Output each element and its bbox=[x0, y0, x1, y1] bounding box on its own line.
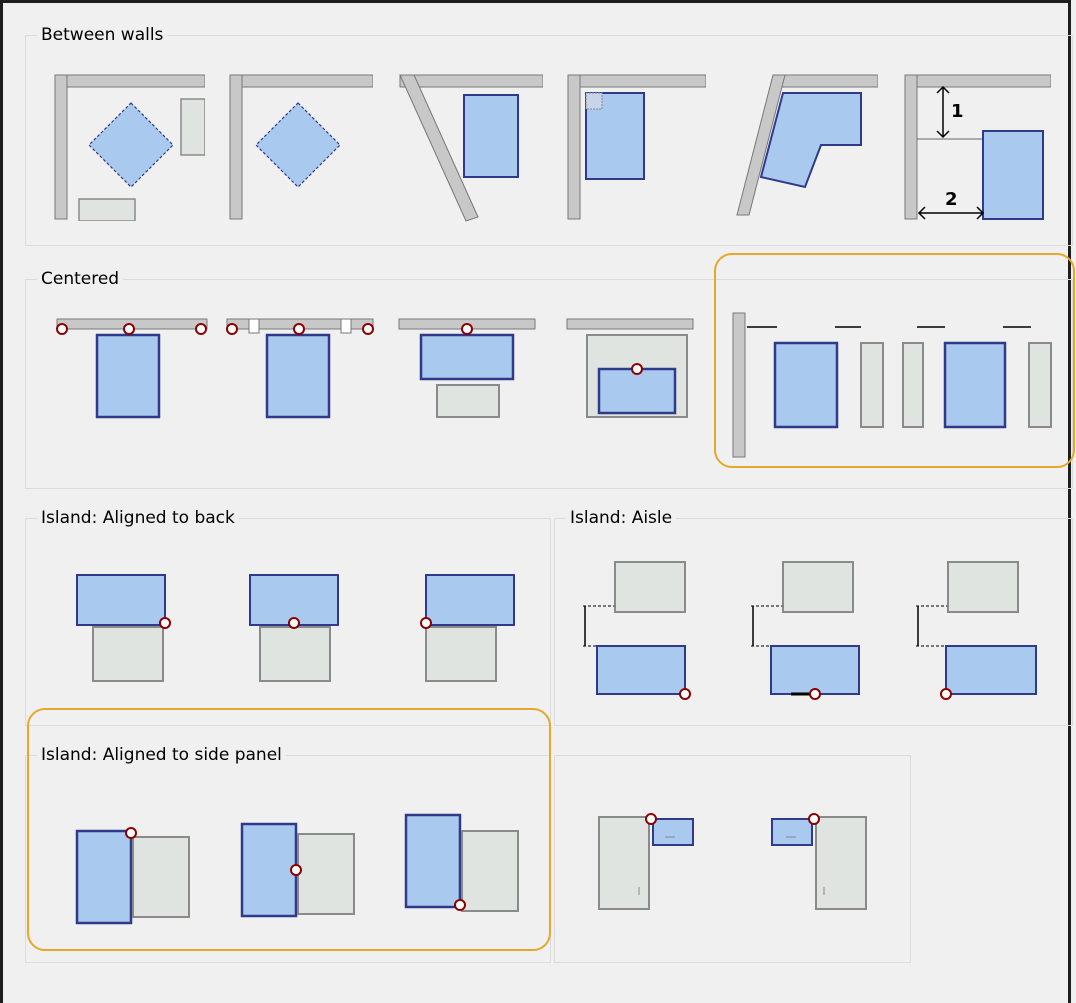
group-title: Between walls bbox=[37, 25, 168, 45]
option-side-panel-top-left-small[interactable] bbox=[768, 811, 873, 916]
option-wall-dimensions[interactable]: 1 2 bbox=[903, 73, 1051, 223]
dimension-label-1: 1 bbox=[951, 101, 964, 122]
option-centered-over-cabinet[interactable] bbox=[395, 315, 540, 425]
group-title: Centered bbox=[37, 269, 124, 289]
group-title: Island: Aligned to back bbox=[37, 508, 239, 528]
group-title: Island: Aisle bbox=[566, 508, 677, 528]
option-corner-diamond[interactable] bbox=[228, 73, 373, 221]
option-l-shape-slanted[interactable] bbox=[733, 73, 878, 221]
selection-highlight-centered bbox=[714, 253, 1075, 468]
option-centered-between-panels[interactable] bbox=[223, 315, 378, 425]
alignment-options-panel: Between walls 1 2 Centered Island: Align… bbox=[0, 0, 1075, 1003]
option-slanted-wall[interactable] bbox=[398, 73, 543, 223]
option-centered-in-cabinet[interactable] bbox=[563, 315, 698, 425]
option-corner-module[interactable] bbox=[566, 73, 706, 221]
dimension-label-2: 2 bbox=[945, 189, 958, 210]
option-centered-wall[interactable] bbox=[53, 315, 211, 425]
option-island-back-left[interactable] bbox=[418, 571, 523, 691]
option-island-back-right[interactable] bbox=[73, 571, 178, 691]
wall-dimensions-drawing bbox=[904, 74, 1051, 220]
option-aisle-left[interactable] bbox=[908, 558, 1043, 703]
option-island-back-center[interactable] bbox=[246, 571, 346, 691]
option-corner-diamond-with-cabinets[interactable] bbox=[53, 73, 205, 221]
option-aisle-center[interactable] bbox=[743, 558, 868, 703]
option-side-panel-top-right-small[interactable] bbox=[595, 811, 700, 916]
option-aisle-right[interactable] bbox=[575, 558, 695, 703]
selection-highlight-side-panel bbox=[27, 708, 551, 951]
